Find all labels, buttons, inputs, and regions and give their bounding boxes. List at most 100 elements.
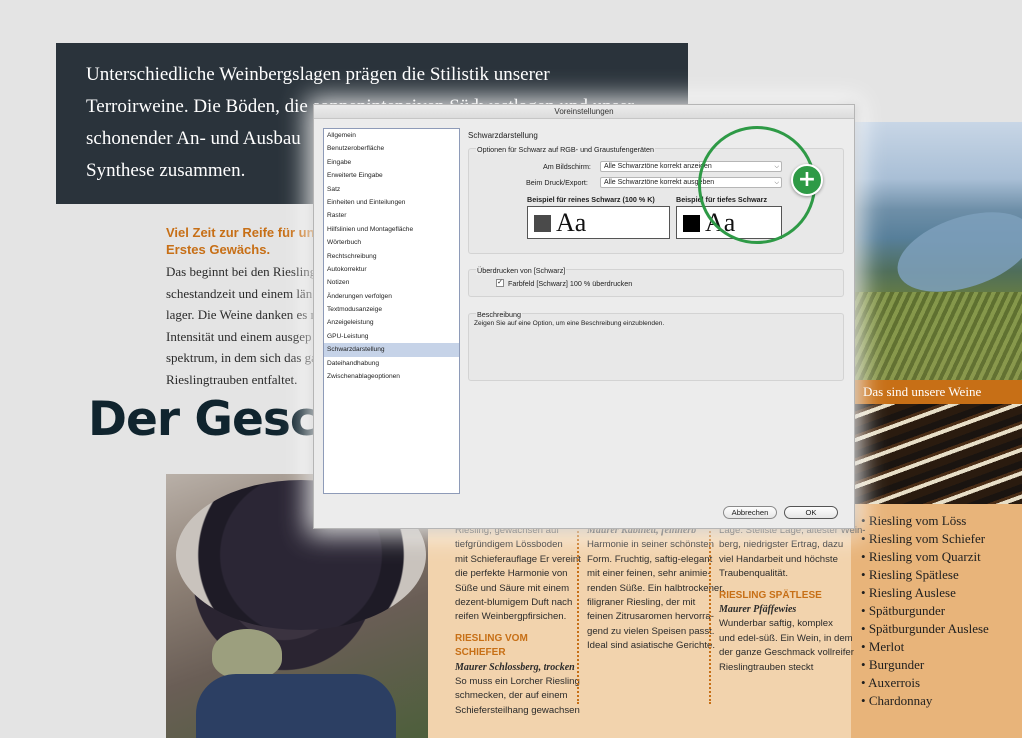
sidebar-item-woerterbuch[interactable]: Wörterbuch [324,236,459,249]
wine-column-1: Riesling, gewachsen auf tiefgründigem Lö… [455,524,581,718]
col-line: Harmonie in seiner schönsten [587,539,714,551]
wine-column-3: Lage. Steilste Lage, ältester Wein- berg… [719,524,865,675]
sidebar-item-dateihandhabung[interactable]: Dateihandhabung [324,357,459,370]
body-line: Das beginnt bei den Rieslinge [166,264,322,279]
wine-list-item: Riesling vom Quarzit [861,548,989,566]
panel-title: Schwarzdarstellung [468,131,538,140]
vineyard-shape [855,292,1022,380]
col-line: feinen Zitrusaromen hervorra- [587,611,714,623]
wine-heading-line: SCHIEFER [455,647,506,659]
group-title: Optionen für Schwarz auf RGB- und Graust… [476,145,655,154]
sidebar-item-eingabe[interactable]: Eingabe [324,156,459,169]
overprint-checkbox[interactable]: ✓ [496,279,504,287]
col-line: mit Schieferauflage Er vereint [455,553,581,565]
screen-select-value: Alle Schwarztöne korrekt anzeigen [604,163,712,170]
wine-list-item: Riesling vom Schiefer [861,530,989,548]
sidebar-item-erweiterte-eingabe[interactable]: Erweiterte Eingabe [324,169,459,182]
wine-list-item: Spätburgunder Auslese [861,620,989,638]
col-line: viel Handarbeit und höchste [719,553,838,565]
body-copy: Das beginnt bei den Rieslinge schestandz… [166,261,322,390]
sample-text: Aa [556,208,587,237]
wine-column-2: Maurer Kabinett, feinherb Harmonie in se… [587,524,725,654]
overprint-label[interactable]: Farbfeld [Schwarz] 100 % überdrucken [508,279,632,288]
shirt-shape [196,674,396,738]
preferences-sidebar: Allgemein Benutzeroberfläche Eingabe Erw… [323,128,460,494]
sidebar-item-rechtschreibung[interactable]: Rechtschreibung [324,250,459,263]
big-heading: Der Gesch [88,392,350,447]
col-line: So muss ein Lorcher Riesling [455,676,580,688]
body-line: Intensität und einem ausgep [166,328,312,344]
wine-subtitle: Maurer Pfäffewies [719,604,797,616]
pure-black-sample: Aa [527,206,670,239]
sidebar-item-benutzeroberflaeche[interactable]: Benutzeroberfläche [324,142,459,155]
subheading-line: Viel Zeit zur Reife für un [166,225,315,240]
wine-list-item: Merlot [861,638,989,656]
wine-list-item: Riesling Auslese [861,584,989,602]
col-line: und edel-süß. Ein Wein, in dem [719,632,853,644]
sidebar-item-hilfslinien[interactable]: Hilfslinien und Montagefläche [324,223,459,236]
col-line: mit einer feinen, sehr animie- [587,568,711,580]
river-shape [887,197,1022,307]
sidebar-item-gpu-leistung[interactable]: GPU-Leistung [324,330,459,343]
col-line: die perfekte Harmonie von [455,568,568,580]
section-subheading: Viel Zeit zur Reife für un Erstes Gewäch… [166,224,315,258]
rhine-landscape-photo [855,122,1022,380]
column-divider [577,524,579,704]
sidebar-item-einheiten[interactable]: Einheiten und Einteilungen [324,196,459,209]
sidebar-item-zwischenablage[interactable]: Zwischenablageoptionen [324,370,459,383]
ok-button[interactable]: OK [784,506,838,519]
col-line: Rieslingtrauben steckt [719,661,814,673]
sidebar-item-notizen[interactable]: Notizen [324,276,459,289]
col-line: Form. Fruchtig, saftig-elegant [587,553,713,565]
sidebar-item-anzeigeleistung[interactable]: Anzeigeleistung [324,316,459,329]
col-line: renden Süße. Ein halbtrockener, [587,582,725,594]
col-line: schmecken, der auf einem [455,690,568,702]
wine-heading: RIESLING SPÄTLESE [719,589,822,601]
col-line: Wunderbar saftig, komplex [719,618,833,630]
sidebar-item-aenderungen[interactable]: Änderungen verfolgen [324,290,459,303]
col-line: Ideal sind asiatische Gerichte. [587,640,715,652]
subheading-line: Erstes Gewächs. [166,242,271,257]
dialog-titlebar[interactable]: Voreinstellungen [314,105,854,119]
hat-shape [212,629,282,679]
screen-label: Am Bildschirm: [543,162,591,171]
print-label: Beim Druck/Export: [526,178,588,187]
intro-line: Unterschiedliche Weinbergslagen prägen d… [86,64,550,85]
sidebar-item-allgemein[interactable]: Allgemein [324,129,459,142]
wine-list-item: Riesling Spätlese [861,566,989,584]
description-text: Zeigen Sie auf eine Option, um eine Besc… [474,320,665,327]
sidebar-item-textmodusanzeige[interactable]: Textmodusanzeige [324,303,459,316]
wine-band-title: Das sind unsere Weine [855,380,1022,404]
col-line: der ganze Geschmack vollreifer [719,647,854,659]
body-line: lager. Die Weine danken es r [166,307,315,322]
body-line: schestandzeit und einem län [166,285,313,301]
wine-bottles-photo [855,404,1022,504]
col-line: berg, niedrigster Ertrag, dazu [719,539,844,551]
sidebar-item-schwarzdarstellung[interactable]: Schwarzdarstellung [324,343,459,357]
cancel-button[interactable]: Abbrechen [723,506,777,519]
wine-heading: RIESLING VOM SCHIEFER [455,632,581,661]
col-line: Schiefersteilhang gewachsen [455,704,580,716]
zoom-plus-button[interactable]: + [791,164,823,196]
col-line: gend zu vielen Speisen passt. [587,625,715,637]
sidebar-item-autokorrektur[interactable]: Autokorrektur [324,263,459,276]
pure-black-swatch [534,215,551,232]
body-line: spektrum, in dem sich das ga [166,350,317,365]
sample-pure-label: Beispiel für reines Schwarz (100 % K) [527,195,655,204]
wine-list-item: Chardonnay [861,692,989,710]
sidebar-item-satz[interactable]: Satz [324,183,459,196]
col-line: dezent-blumigem Duft nach [455,597,573,609]
col-line: Traubenqualität. [719,568,788,580]
wine-list-item: Auxerrois [861,674,989,692]
sidebar-item-raster[interactable]: Raster [324,209,459,222]
col-line: Süße und Säure mit einem [455,582,570,594]
col-line: filigraner Riesling, der mit [587,597,696,609]
col-line: reifen Weinbergpfirsichen. [455,611,567,623]
wine-heading-line: RIESLING VOM [455,632,528,644]
body-line: Rieslingtrauben entfaltet. [166,371,298,387]
wine-subtitle: Maurer Schlossberg, trocken [455,661,575,673]
wine-list-item: Riesling vom Löss [861,512,989,530]
rich-black-swatch [683,215,700,232]
wine-list-item: Burgunder [861,656,989,674]
group-title: Überdrucken von [Schwarz] [476,266,567,275]
